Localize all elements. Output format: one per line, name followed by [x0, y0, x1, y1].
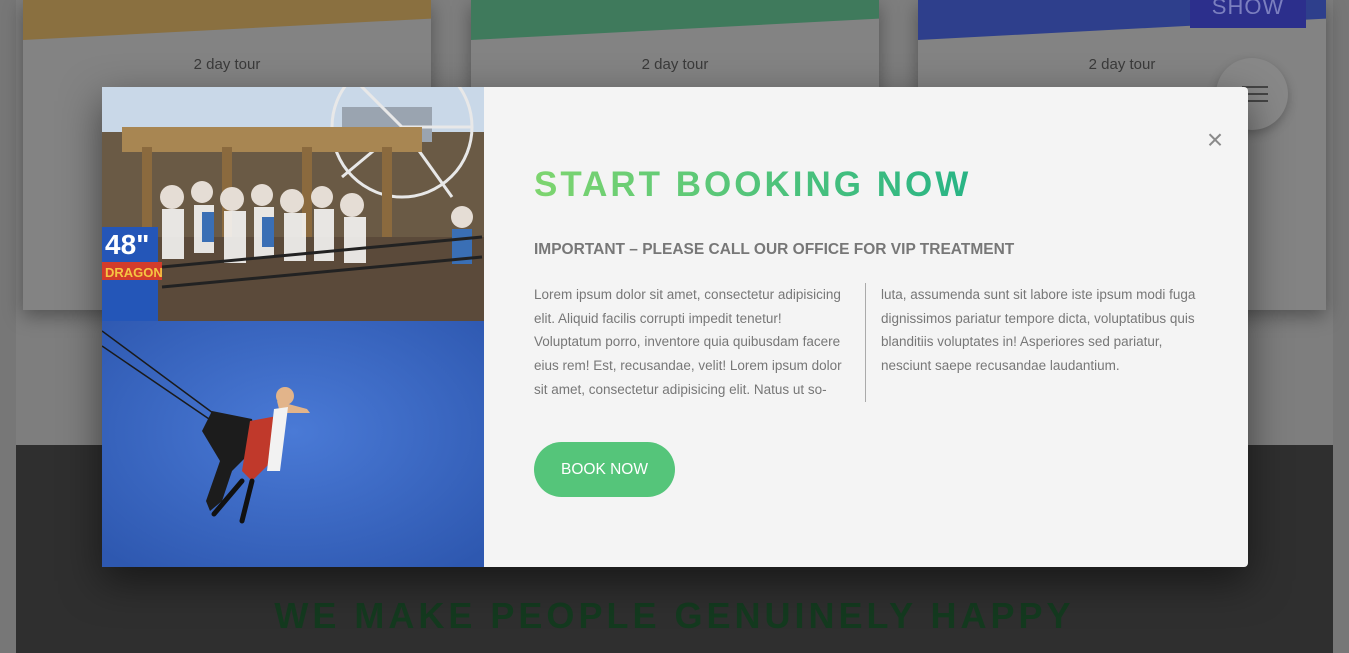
popup-subtitle: IMPORTANT – PLEASE CALL OUR OFFICE FOR V…: [534, 241, 1015, 258]
popup-text-column-1: Lorem ipsum dolor sit amet, consectetur …: [534, 287, 842, 397]
popup-title: START BOOKING NOW: [534, 165, 972, 204]
card-tag: SHOW: [1190, 0, 1306, 28]
section-heading: WE MAKE PEOPLE GENUINELY HAPPY: [274, 595, 1075, 636]
popup-text-column-2: luta, assumenda sunt sit labore iste ips…: [881, 287, 1196, 374]
column-divider: [865, 283, 866, 402]
card-image: [471, 0, 879, 40]
booking-popup: 48" DRAGON × START BOOKING NOW IMPORTANT…: [102, 87, 1248, 567]
card-tour-duration: 2 day tour: [641, 56, 709, 73]
popup-images: 48" DRAGON: [102, 87, 484, 567]
card-image: [23, 0, 431, 40]
card-tour-duration: 2 day tour: [193, 56, 261, 73]
close-icon[interactable]: ×: [1202, 126, 1228, 154]
book-now-button[interactable]: BOOK NOW: [534, 442, 675, 497]
sign-height-text: 48": [105, 229, 150, 260]
sign-ride-text: DRAGON: [105, 265, 163, 280]
popup-image-sky-swing: [102, 321, 484, 567]
popup-text: Lorem ipsum dolor sit amet, consectetur …: [534, 283, 1204, 403]
popup-image-queue: 48" DRAGON: [102, 87, 484, 321]
